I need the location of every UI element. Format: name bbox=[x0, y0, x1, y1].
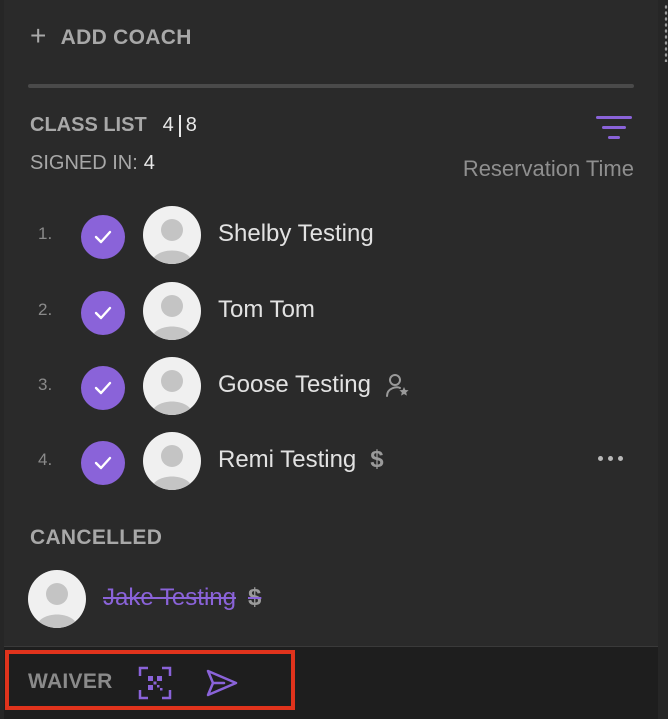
attendee-row: 1. Shelby Testing bbox=[0, 206, 668, 266]
cancelled-attendee-name[interactable]: Jake Testing $ bbox=[103, 584, 261, 612]
attendee-row: 4. Remi Testing $ bbox=[0, 432, 668, 492]
cancelled-title: CANCELLED bbox=[30, 526, 163, 549]
row-index: 3. bbox=[38, 375, 53, 394]
send-icon[interactable] bbox=[206, 669, 238, 697]
attendee-name[interactable]: Remi Testing $ bbox=[218, 446, 384, 474]
class-list-header: CLASS LIST 4 8 bbox=[30, 114, 197, 137]
avatar bbox=[143, 357, 201, 415]
check-in-toggle[interactable] bbox=[81, 215, 125, 259]
avatar bbox=[28, 570, 86, 628]
row-index: 1. bbox=[38, 224, 53, 243]
attendee-row: 3. Goose Testing bbox=[0, 357, 668, 417]
check-in-toggle[interactable] bbox=[81, 366, 125, 410]
capacity-count: 8 bbox=[185, 114, 197, 136]
checkmark-icon bbox=[94, 456, 112, 470]
class-count: 4 8 bbox=[163, 114, 197, 137]
add-coach-button[interactable]: + ADD COACH bbox=[30, 20, 192, 51]
row-index: 4. bbox=[38, 450, 53, 469]
check-in-toggle[interactable] bbox=[81, 291, 125, 335]
cancelled-row: Jake Testing $ bbox=[0, 570, 668, 630]
filter-icon[interactable] bbox=[596, 114, 632, 142]
dollar-icon: $ bbox=[370, 446, 384, 473]
attendee-name[interactable]: Shelby Testing bbox=[218, 220, 374, 248]
divider bbox=[28, 84, 634, 88]
scrollbar[interactable] bbox=[664, 4, 668, 62]
checkmark-icon bbox=[94, 306, 112, 320]
attendee-row: 2. Tom Tom bbox=[0, 282, 668, 342]
checkmark-icon bbox=[94, 230, 112, 244]
avatar bbox=[143, 282, 201, 340]
waiver-label: WAIVER bbox=[28, 670, 113, 693]
attendee-name-label: Goose Testing bbox=[218, 371, 371, 398]
sort-label[interactable]: Reservation Time bbox=[463, 156, 634, 182]
signed-count: 4 bbox=[162, 114, 174, 136]
attendee-name-label: Tom Tom bbox=[218, 296, 315, 323]
person-icon bbox=[151, 445, 193, 490]
signed-in-summary: SIGNED IN: 4 bbox=[30, 152, 155, 175]
attendee-name[interactable]: Tom Tom bbox=[218, 296, 315, 324]
qr-scan-icon[interactable] bbox=[138, 666, 172, 700]
cancelled-name-label: Jake Testing bbox=[103, 584, 236, 611]
person-star-icon bbox=[386, 374, 409, 397]
plus-icon: + bbox=[30, 20, 47, 51]
dollar-icon: $ bbox=[247, 584, 262, 611]
class-list-title: CLASS LIST bbox=[30, 114, 147, 136]
person-icon bbox=[151, 295, 193, 340]
checkmark-icon bbox=[94, 381, 112, 395]
avatar bbox=[143, 432, 201, 490]
add-coach-label: ADD COACH bbox=[60, 26, 192, 49]
attendee-name-label: Remi Testing bbox=[218, 446, 357, 473]
signed-in-value: 4 bbox=[143, 152, 155, 174]
more-options-icon[interactable] bbox=[598, 456, 623, 461]
attendee-name[interactable]: Goose Testing bbox=[218, 371, 411, 399]
signed-in-label: SIGNED IN: bbox=[30, 152, 138, 174]
count-separator bbox=[178, 114, 181, 137]
attendee-name-label: Shelby Testing bbox=[218, 220, 374, 247]
person-icon bbox=[151, 370, 193, 415]
check-in-toggle[interactable] bbox=[81, 441, 125, 485]
avatar bbox=[143, 206, 201, 264]
row-index: 2. bbox=[38, 300, 53, 319]
person-icon bbox=[36, 583, 78, 628]
person-icon bbox=[151, 219, 193, 264]
